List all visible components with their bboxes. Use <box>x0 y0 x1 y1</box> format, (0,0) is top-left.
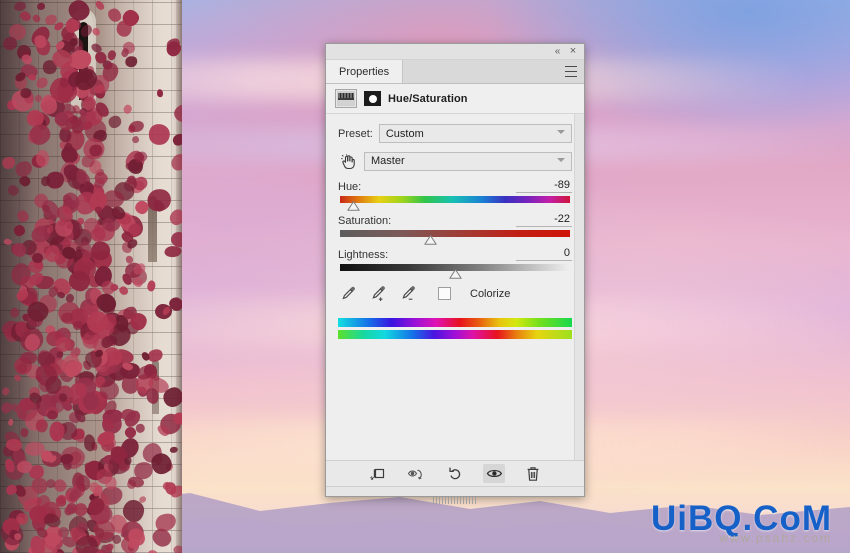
eyedropper-subtract-icon[interactable] <box>400 285 417 302</box>
screenshot-root: « × Properties Hue/Saturation Preset: Cu… <box>0 0 850 553</box>
colorize-label: Colorize <box>470 287 511 300</box>
eyedropper-add-icon[interactable] <box>370 285 387 302</box>
chevron-down-icon <box>557 130 565 134</box>
slider-hue-label: Hue: <box>338 181 362 193</box>
toggle-visibility-button[interactable] <box>483 464 505 483</box>
watermark: UiBQ.CoM www.psahz.com <box>651 501 832 545</box>
eyedropper-row: Colorize <box>340 285 572 302</box>
slider-saturation-label: Saturation: <box>338 215 392 227</box>
preset-select[interactable]: Custom <box>378 124 572 143</box>
panel-menu-icon[interactable] <box>565 66 577 77</box>
hue-spectrum-output <box>338 330 572 339</box>
adjustment-header: Hue/Saturation <box>326 84 584 114</box>
delete-adjustment-button[interactable] <box>522 464 544 483</box>
slider-hue-thumb[interactable] <box>346 201 360 211</box>
slider-lightness-label: Lightness: <box>338 249 389 261</box>
eyedropper-icon[interactable] <box>340 285 357 302</box>
toggle-previous-state-button[interactable] <box>405 464 427 483</box>
channel-value: Master <box>371 155 405 167</box>
reset-button[interactable] <box>444 464 466 483</box>
preset-row: Preset: Custom <box>338 124 572 143</box>
hue-spectrum-bars <box>338 318 572 339</box>
slider-saturation-thumb[interactable] <box>423 235 437 245</box>
panel-footer <box>326 460 584 486</box>
colorize-checkbox[interactable] <box>438 287 451 300</box>
slider-hue-value[interactable]: -89 <box>516 179 572 193</box>
clip-to-layer-button[interactable] <box>366 464 388 483</box>
chevron-down-icon <box>557 157 565 162</box>
stone-tower-photo <box>0 0 182 553</box>
channel-select[interactable]: Master <box>364 151 572 171</box>
panel-content: Preset: Custom Master Hue: -89 Saturatio… <box>326 114 584 460</box>
slider-lightness: Lightness: 0 <box>338 247 572 279</box>
panel-title-bar: « × <box>326 44 584 60</box>
properties-panel: « × Properties Hue/Saturation Preset: Cu… <box>325 43 585 504</box>
panel-resize-area[interactable] <box>326 486 584 504</box>
hand-pointer-icon[interactable] <box>338 151 358 171</box>
slider-saturation-track[interactable] <box>340 230 570 245</box>
slider-saturation-value[interactable]: -22 <box>516 213 572 227</box>
layer-mask-icon[interactable] <box>364 91 381 106</box>
slider-lightness-track[interactable] <box>340 264 570 279</box>
channel-row: Master <box>338 151 572 171</box>
panel-tab-strip: Properties <box>326 60 584 84</box>
slider-lightness-value[interactable]: 0 <box>516 247 572 261</box>
collapse-icon[interactable]: « <box>550 45 564 58</box>
close-icon[interactable]: × <box>566 45 580 58</box>
adjustment-title: Hue/Saturation <box>388 92 468 105</box>
preset-value: Custom <box>385 127 424 140</box>
hue-saturation-icon[interactable] <box>335 89 357 108</box>
hue-spectrum-input <box>338 318 572 327</box>
vertical-scrollbar[interactable] <box>574 114 584 460</box>
preset-label: Preset: <box>338 127 373 140</box>
slider-hue: Hue: -89 <box>338 179 572 211</box>
slider-hue-track[interactable] <box>340 196 570 211</box>
tab-properties[interactable]: Properties <box>326 60 404 83</box>
resize-grip[interactable] <box>433 497 477 504</box>
slider-lightness-thumb[interactable] <box>449 269 462 279</box>
slider-saturation: Saturation: -22 <box>338 213 572 245</box>
